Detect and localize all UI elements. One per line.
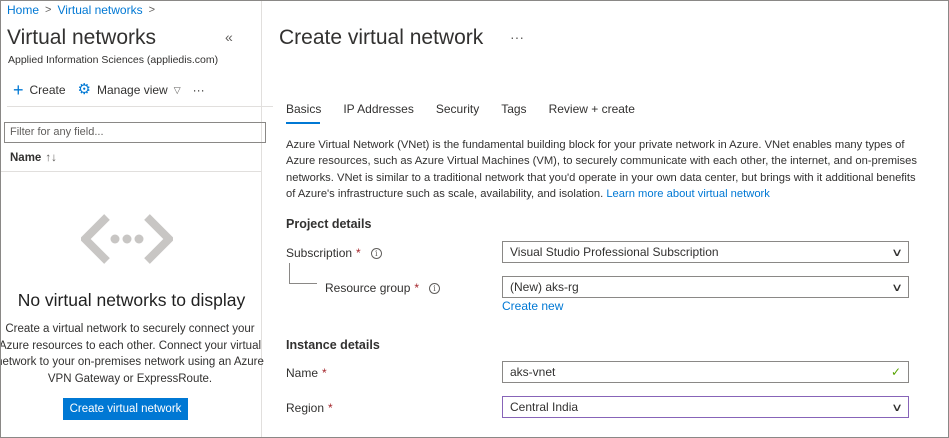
- required-marker: *: [356, 246, 361, 260]
- virtual-network-icon: [81, 214, 173, 264]
- blade-title: Create virtual network: [279, 26, 484, 49]
- subscription-label-text: Subscription: [286, 246, 353, 260]
- resource-group-value: (New) aks-rg: [510, 280, 579, 294]
- tree-connector-horizontal: [289, 283, 317, 284]
- name-column-header[interactable]: Name ↑↓: [10, 152, 57, 164]
- pane-title: Virtual networks: [7, 26, 157, 49]
- empty-state-title: No virtual networks to display: [17, 290, 246, 310]
- region-label-text: Region: [286, 401, 325, 415]
- chevron-down-icon: ∨: [890, 281, 904, 294]
- required-marker: *: [414, 281, 420, 295]
- command-bar-divider: [7, 106, 273, 107]
- intro-text: Azure Virtual Network (VNet) is the fund…: [286, 139, 917, 200]
- gear-icon: ⚙: [77, 81, 91, 98]
- virtual-networks-pane: Virtual networks « Applied Information S…: [0, 1, 273, 437]
- tab-security[interactable]: Security: [436, 102, 479, 116]
- column-header-label: Name: [10, 152, 42, 164]
- plus-icon: +: [13, 80, 24, 100]
- empty-state-description: Create a virtual network to securely con…: [0, 323, 264, 385]
- filter-placeholder: Filter for any field...: [10, 126, 104, 138]
- name-label: Name *: [286, 366, 327, 380]
- name-value: aks-vnet: [510, 365, 556, 379]
- manage-view-label: Manage view: [97, 83, 168, 97]
- tab-ip-addresses[interactable]: IP Addresses: [343, 102, 414, 116]
- portal-window: Home > Virtual networks > Virtual networ…: [0, 0, 949, 438]
- resource-group-dropdown[interactable]: (New) aks-rg ∨: [502, 276, 909, 298]
- resource-group-label: Resource group * i: [325, 281, 441, 295]
- manage-view-button[interactable]: ⚙ Manage view ▽: [77, 81, 181, 98]
- subscription-value: Visual Studio Professional Subscription: [510, 245, 719, 259]
- chevron-down-icon: ∨: [890, 246, 904, 259]
- header-divider: [1, 171, 262, 172]
- sort-icon: ↑↓: [45, 152, 57, 164]
- info-icon[interactable]: i: [370, 247, 382, 259]
- create-new-link[interactable]: Create new: [502, 299, 563, 313]
- filter-input[interactable]: Filter for any field...: [4, 122, 266, 143]
- create-label: Create: [29, 83, 66, 97]
- required-marker: *: [328, 401, 333, 415]
- selected-tab-indicator: [286, 122, 320, 124]
- create-button[interactable]: + Create: [13, 80, 66, 100]
- intro-paragraph: Azure Virtual Network (VNet) is the fund…: [286, 137, 926, 202]
- directory-subtitle: Applied Information Sciences (appliedis.…: [8, 54, 219, 66]
- create-virtual-network-button[interactable]: Create virtual network: [63, 398, 188, 420]
- tab-tags[interactable]: Tags: [501, 102, 526, 116]
- required-marker: *: [322, 366, 327, 380]
- subscription-dropdown[interactable]: Visual Studio Professional Subscription …: [502, 241, 909, 263]
- blade-more-button[interactable]: ···: [510, 29, 524, 45]
- collapse-pane-button[interactable]: «: [225, 29, 233, 45]
- checkmark-icon: ✓: [890, 365, 901, 379]
- chevron-down-icon: ▽: [173, 84, 181, 95]
- more-commands-button[interactable]: ···: [193, 83, 205, 97]
- chevron-down-icon: ∨: [890, 401, 904, 414]
- subscription-label: Subscription * i: [286, 246, 382, 260]
- tab-review-create[interactable]: Review + create: [549, 102, 635, 116]
- name-label-text: Name: [286, 366, 319, 380]
- region-dropdown[interactable]: Central India ∨: [502, 396, 909, 418]
- info-icon[interactable]: i: [429, 282, 441, 294]
- resource-group-label-text: Resource group: [325, 281, 411, 295]
- tree-connector-vertical: [289, 263, 290, 283]
- tab-basics[interactable]: Basics: [286, 102, 321, 116]
- name-input[interactable]: aks-vnet ✓: [502, 361, 909, 383]
- instance-details-heading: Instance details: [286, 338, 380, 352]
- region-value: Central India: [510, 400, 579, 414]
- command-bar: + Create ⚙ Manage view ▽ ···: [13, 80, 217, 100]
- project-details-heading: Project details: [286, 217, 372, 231]
- region-label: Region *: [286, 401, 333, 415]
- wizard-tabs: Basics IP Addresses Security Tags Review…: [286, 102, 635, 116]
- learn-more-link[interactable]: Learn more about virtual network: [606, 188, 770, 200]
